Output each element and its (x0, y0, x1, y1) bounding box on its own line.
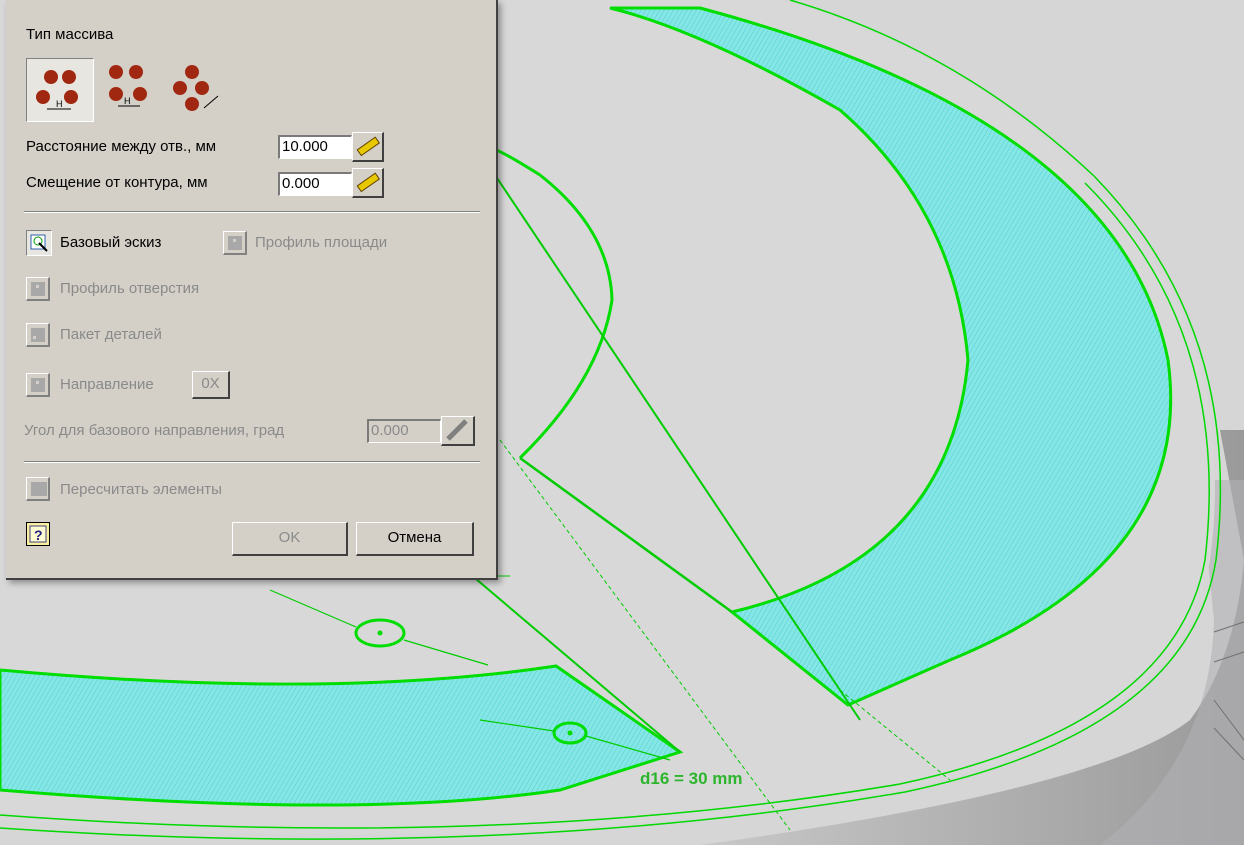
svg-text:H: H (56, 99, 63, 109)
hole-profile-button[interactable] (26, 277, 50, 301)
hatched-ring-left (0, 664, 684, 807)
offset-label: Смещение от контура, мм (26, 174, 208, 191)
cancel-button[interactable]: Отмена (356, 522, 474, 556)
pencil-icon (446, 419, 468, 441)
distance-input[interactable]: 10.000 (278, 135, 352, 159)
ruler-icon (356, 172, 381, 193)
area-profile-button[interactable] (223, 231, 247, 255)
hole-profile-label: Профиль отверстия (60, 280, 200, 297)
ruler-icon (356, 136, 381, 157)
direction-axis-button[interactable]: 0X (192, 371, 230, 399)
offset-input[interactable]: 0.000 (278, 172, 352, 196)
array-type-label: Тип массива (26, 26, 114, 43)
hole-array-panel: Тип массива H H Расстояние между отв., м… (6, 0, 498, 580)
recalc-label: Пересчитать элементы (60, 481, 222, 498)
diagonal-array-icon (173, 65, 219, 111)
help-button[interactable]: ? (26, 522, 50, 546)
distance-measure-button[interactable] (352, 132, 384, 162)
svg-text:?: ? (34, 527, 43, 543)
array-type-rect-button[interactable]: H (26, 58, 94, 122)
separator (24, 461, 480, 463)
dimension-label: d16 = 30 mm (640, 769, 743, 788)
direction-label: Направление (60, 376, 154, 393)
direction-button[interactable] (26, 373, 50, 397)
distance-label: Расстояние между отв., мм (26, 138, 217, 155)
help-icon: ? (29, 525, 47, 543)
ok-button[interactable]: OK (232, 522, 348, 556)
array-type-stagger-button[interactable]: H (102, 58, 162, 122)
area-profile-label: Профиль площади (255, 234, 388, 251)
stagger-array-icon: H (109, 65, 147, 107)
base-sketch-label: Базовый эскиз (60, 234, 162, 251)
svg-text:H: H (124, 96, 131, 106)
parts-package-button[interactable] (26, 323, 50, 347)
array-type-diagonal-button[interactable] (166, 58, 230, 122)
separator (24, 211, 480, 213)
offset-measure-button[interactable] (352, 168, 384, 198)
base-sketch-button[interactable] (26, 230, 52, 256)
angle-measure-button[interactable] (441, 416, 475, 446)
angle-label: Угол для базового направления, град (24, 422, 285, 439)
angle-input[interactable]: 0.000 (367, 419, 441, 443)
sketch-select-icon (30, 234, 48, 252)
recalc-button[interactable] (26, 477, 50, 501)
rect-array-icon: H (36, 70, 78, 110)
parts-package-label: Пакет деталей (60, 326, 162, 343)
